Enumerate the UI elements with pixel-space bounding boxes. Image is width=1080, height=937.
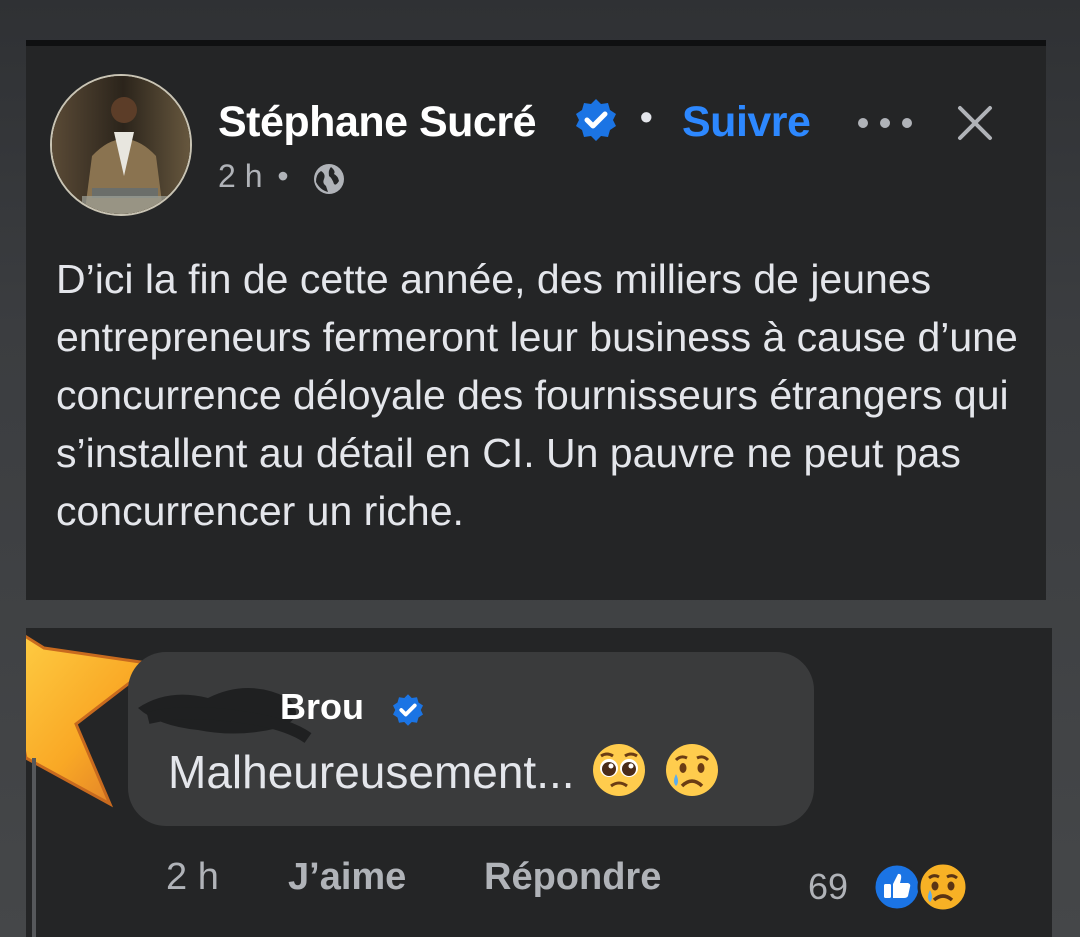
post-card: Stéphane Sucré • Suivre 2 h • D’ici la f…: [26, 46, 1046, 600]
sad-reaction-icon[interactable]: [916, 860, 970, 914]
author-avatar[interactable]: [50, 74, 192, 216]
globe-icon[interactable]: [312, 162, 346, 196]
reply-button[interactable]: Répondre: [484, 856, 661, 899]
thread-line: [32, 758, 36, 937]
follow-button[interactable]: Suivre: [682, 98, 811, 147]
header-separator: •: [640, 96, 653, 137]
post-meta: 2 h •: [218, 158, 289, 195]
verified-badge-icon: [576, 99, 616, 141]
like-reaction-icon[interactable]: [872, 862, 922, 912]
comment-text: Malheureusement...: [168, 742, 720, 799]
verified-badge-icon: [393, 694, 423, 726]
post-author-name[interactable]: Stéphane Sucré: [218, 98, 537, 147]
comment-author-name[interactable]: Brou: [280, 686, 364, 728]
comment-text-content: Malheureusement...: [168, 746, 575, 798]
post-text: D’ici la fin de cette année, des millier…: [56, 256, 1018, 534]
close-icon[interactable]: [952, 100, 998, 146]
reaction-count[interactable]: 69: [808, 866, 848, 908]
sad-tear-face-emoji: [666, 744, 719, 796]
like-button[interactable]: J’aime: [288, 856, 406, 899]
comment-time[interactable]: 2 h: [166, 856, 219, 899]
comment-card: Brou Malheureusement... 2 h J’aime Répon…: [26, 628, 1052, 937]
comment-bubble: Brou Malheureusement...: [128, 652, 814, 826]
post-time[interactable]: 2 h: [218, 158, 262, 194]
meta-separator: •: [277, 158, 289, 194]
pleading-face-emoji: [593, 744, 646, 796]
more-options-icon[interactable]: [856, 104, 918, 140]
